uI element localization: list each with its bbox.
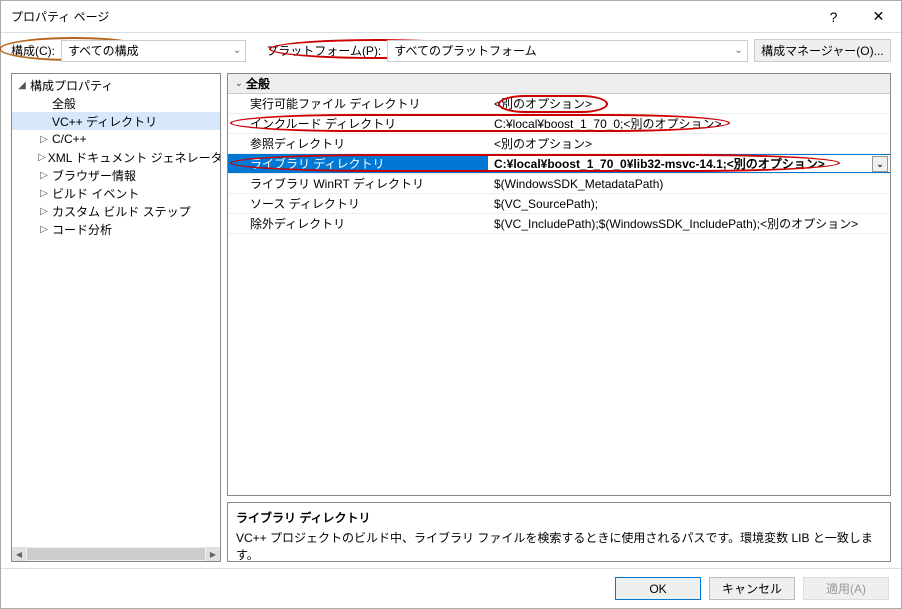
tree: ◢ 構成プロパティ 全般VC++ ディレクトリ▷C/C++▷XML ドキュメント… [12, 74, 220, 238]
scroll-left-button[interactable]: ◀ [12, 547, 26, 561]
button-bar: OK キャンセル 適用(A) [1, 568, 901, 608]
cancel-button[interactable]: キャンセル [709, 577, 795, 600]
tree-item-label: ビルド イベント [52, 185, 139, 202]
property-name: ソース ディレクトリ [228, 195, 488, 212]
grid-section-header[interactable]: ⌄ 全般 [228, 74, 890, 94]
property-name: 参照ディレクトリ [228, 135, 488, 152]
property-name: 実行可能ファイル ディレクトリ [228, 95, 488, 112]
property-name: 除外ディレクトリ [228, 215, 488, 232]
property-value[interactable]: $(VC_IncludePath);$(WindowsSDK_IncludePa… [488, 215, 890, 232]
property-grid: ⌄ 全般 実行可能ファイル ディレクトリ<別のオプション>インクルード ディレク… [227, 73, 891, 496]
property-name: インクルード ディレクトリ [228, 115, 488, 132]
property-row[interactable]: ソース ディレクトリ$(VC_SourcePath); [228, 194, 890, 214]
titlebar: プロパティ ページ ? ✕ [1, 1, 901, 33]
property-row[interactable]: インクルード ディレクトリC:¥local¥boost_1_70_0;<別のオプ… [228, 114, 890, 134]
expand-icon: ▷ [38, 134, 50, 145]
tree-item[interactable]: ▷XML ドキュメント ジェネレーター [12, 148, 220, 166]
expand-icon: ▷ [38, 152, 46, 163]
config-value: すべての構成 [68, 42, 139, 59]
chevron-down-icon: ⌄ [233, 45, 241, 56]
property-row[interactable]: 実行可能ファイル ディレクトリ<別のオプション> [228, 94, 890, 114]
config-label: 構成(C): [11, 42, 55, 59]
grid-section-title: 全般 [246, 75, 270, 92]
apply-button[interactable]: 適用(A) [803, 577, 889, 600]
property-row[interactable]: ライブラリ ディレクトリC:¥local¥boost_1_70_0¥lib32-… [228, 154, 890, 174]
scroll-right-button[interactable]: ▶ [206, 547, 220, 561]
platform-value: すべてのプラットフォーム [394, 42, 536, 59]
property-value[interactable]: $(WindowsSDK_MetadataPath) [488, 177, 890, 191]
property-name: ライブラリ WinRT ディレクトリ [228, 175, 488, 192]
horizontal-scrollbar[interactable]: ◀ ▶ [12, 547, 220, 561]
expand-icon: ▷ [38, 170, 50, 181]
tree-item[interactable]: ▷ブラウザー情報 [12, 166, 220, 184]
property-row[interactable]: 除外ディレクトリ$(VC_IncludePath);$(WindowsSDK_I… [228, 214, 890, 234]
property-row[interactable]: 参照ディレクトリ<別のオプション> [228, 134, 890, 154]
property-value[interactable]: <別のオプション> [488, 135, 890, 152]
tree-item[interactable]: 全般 [12, 94, 220, 112]
window-title: プロパティ ページ [11, 8, 811, 25]
collapse-icon: ⌄ [232, 78, 246, 89]
expand-icon: ▷ [38, 188, 50, 199]
property-value[interactable]: C:¥local¥boost_1_70_0;<別のオプション> [488, 115, 890, 132]
collapse-icon: ◢ [16, 80, 28, 91]
tree-item[interactable]: VC++ ディレクトリ [12, 112, 220, 130]
ok-button[interactable]: OK [615, 577, 701, 600]
tree-panel: ◢ 構成プロパティ 全般VC++ ディレクトリ▷C/C++▷XML ドキュメント… [11, 73, 221, 562]
scroll-thumb[interactable] [27, 548, 205, 560]
tree-item-label: カスタム ビルド ステップ [52, 203, 191, 220]
tree-root[interactable]: ◢ 構成プロパティ [12, 76, 220, 94]
config-manager-button[interactable]: 構成マネージャー(O)... [754, 39, 891, 62]
tree-item-label: ブラウザー情報 [52, 167, 136, 184]
tree-item-label: VC++ ディレクトリ [52, 113, 157, 130]
platform-label: プラットフォーム(P): [266, 42, 381, 59]
tree-item[interactable]: ▷C/C++ [12, 130, 220, 148]
close-button[interactable]: ✕ [856, 1, 901, 33]
description-title: ライブラリ ディレクトリ [236, 509, 882, 526]
expand-icon: ▷ [38, 206, 50, 217]
expand-icon: ▷ [38, 224, 50, 235]
property-name: ライブラリ ディレクトリ [228, 155, 488, 172]
platform-select[interactable]: すべてのプラットフォーム ⌄ [387, 40, 747, 62]
tree-item-label: C/C++ [52, 132, 87, 146]
tree-root-label: 構成プロパティ [30, 77, 113, 94]
property-value[interactable]: <別のオプション> [488, 95, 890, 112]
tree-item[interactable]: ▷カスタム ビルド ステップ [12, 202, 220, 220]
toolbar: 構成(C): すべての構成 ⌄ プラットフォーム(P): すべてのプラットフォー… [1, 33, 901, 69]
config-select[interactable]: すべての構成 ⌄ [61, 40, 246, 62]
help-button[interactable]: ? [811, 1, 856, 33]
chevron-down-icon: ⌄ [734, 45, 742, 56]
body: ◢ 構成プロパティ 全般VC++ ディレクトリ▷C/C++▷XML ドキュメント… [1, 69, 901, 568]
tree-item[interactable]: ▷ビルド イベント [12, 184, 220, 202]
right-panel: ⌄ 全般 実行可能ファイル ディレクトリ<別のオプション>インクルード ディレク… [227, 73, 891, 562]
property-value[interactable]: $(VC_SourcePath); [488, 197, 890, 211]
description-text: VC++ プロジェクトのビルド中、ライブラリ ファイルを検索するときに使用される… [236, 529, 882, 563]
dropdown-button[interactable]: ⌄ [872, 156, 888, 172]
description-panel: ライブラリ ディレクトリ VC++ プロジェクトのビルド中、ライブラリ ファイル… [227, 502, 891, 562]
property-value[interactable]: C:¥local¥boost_1_70_0¥lib32-msvc-14.1;<別… [488, 155, 890, 172]
tree-item[interactable]: ▷コード分析 [12, 220, 220, 238]
property-row[interactable]: ライブラリ WinRT ディレクトリ$(WindowsSDK_MetadataP… [228, 174, 890, 194]
tree-item-label: 全般 [52, 95, 76, 112]
tree-item-label: コード分析 [52, 221, 112, 238]
tree-item-label: XML ドキュメント ジェネレーター [48, 149, 221, 166]
